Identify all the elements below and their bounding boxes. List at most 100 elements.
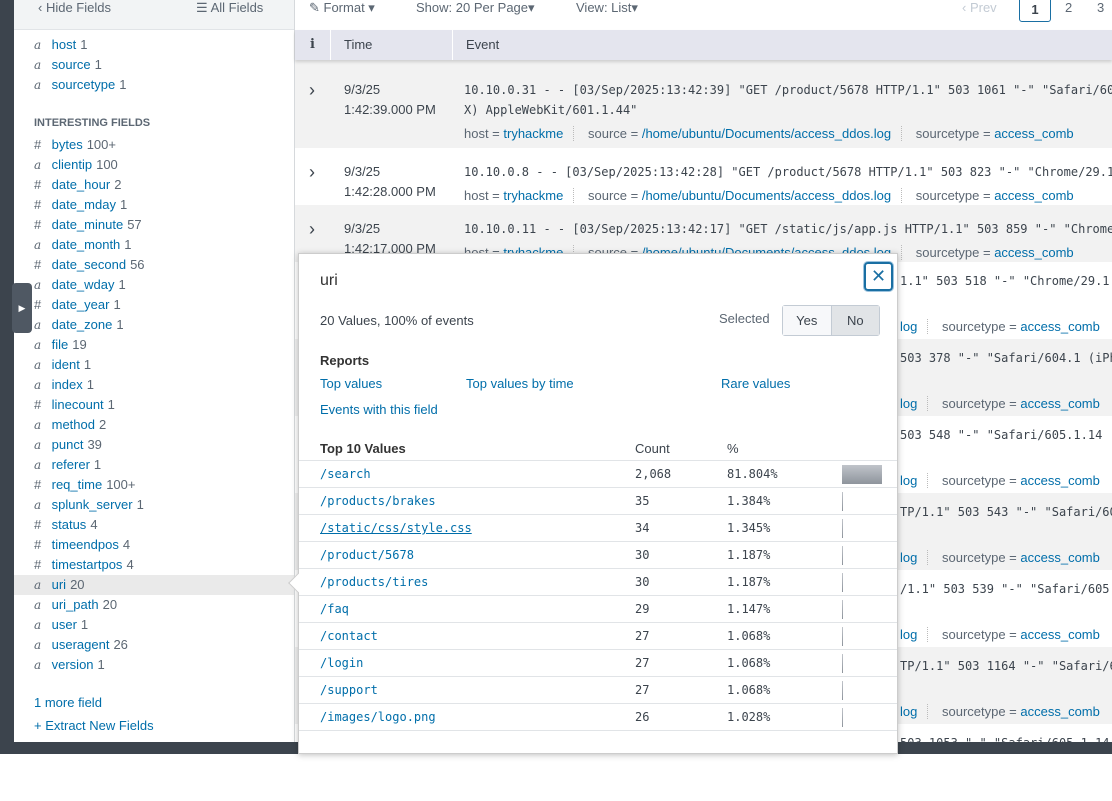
time-column-header[interactable]: Time (330, 30, 372, 60)
page-2-button[interactable]: 2 (1065, 0, 1072, 16)
selected-no-button[interactable]: No (830, 306, 879, 335)
expand-chevron-icon[interactable]: › (309, 219, 315, 240)
sourcetype-value[interactable]: access_comb (994, 188, 1073, 203)
value-link[interactable]: /product/5678 (320, 548, 414, 562)
field-item-user[interactable]: a user 1 (34, 615, 294, 635)
field-item-date_hour[interactable]: # date_hour 2 (34, 175, 294, 195)
format-menu[interactable]: ✎ Format ▾ (309, 0, 375, 16)
value-link[interactable]: /images/logo.png (320, 710, 436, 724)
field-item-timeendpos[interactable]: # timeendpos 4 (34, 535, 294, 555)
expand-chevron-icon[interactable]: › (309, 162, 315, 183)
page-1-button[interactable]: 1 (1019, 0, 1051, 22)
value-link[interactable]: /search (320, 467, 371, 481)
value-link[interactable]: /products/tires (320, 575, 428, 589)
source-field[interactable]: source = /home/ubuntu/Documents/access_d… (588, 126, 891, 141)
field-item-date_year[interactable]: # date_year 1 (34, 295, 294, 315)
source-value-tail[interactable]: log (900, 627, 917, 642)
top-value-row[interactable]: /images/logo.png 26 1.028% (299, 704, 897, 731)
field-item-req_time[interactable]: # req_time 100+ (34, 475, 294, 495)
sourcetype-value[interactable]: access_comb (1020, 473, 1099, 488)
field-item-file[interactable]: a file 19 (34, 335, 294, 355)
field-item-timestartpos[interactable]: # timestartpos 4 (34, 555, 294, 575)
page-3-button[interactable]: 3 (1097, 0, 1104, 16)
event-row: › 9/3/25 1:42:28.000 PM 10.10.0.8 - - [03/S… (295, 148, 1112, 205)
field-item-date_mday[interactable]: # date_mday 1 (34, 195, 294, 215)
source-value[interactable]: /home/ubuntu/Documents/access_ddos.log (642, 188, 891, 203)
top-value-row[interactable]: /static/css/style.css 34 1.345% (299, 515, 897, 542)
top-values-by-time-link[interactable]: Top values by time (466, 376, 574, 391)
source-field[interactable]: source = /home/ubuntu/Documents/access_d… (588, 188, 891, 203)
field-item-date_second[interactable]: # date_second 56 (34, 255, 294, 275)
sourcetype-field[interactable]: sourcetype = access_comb (916, 245, 1074, 260)
field-item-sourcetype[interactable]: a sourcetype 1 (34, 75, 294, 95)
top-value-row[interactable]: /faq 29 1.147% (299, 596, 897, 623)
rare-values-link[interactable]: Rare values (721, 376, 790, 391)
field-item-uri_path[interactable]: a uri_path 20 (34, 595, 294, 615)
top-value-row[interactable]: /support 27 1.068% (299, 677, 897, 704)
sourcetype-value[interactable]: access_comb (994, 245, 1073, 260)
field-item-method[interactable]: a method 2 (34, 415, 294, 435)
source-value-tail[interactable]: log (900, 550, 917, 565)
top-value-row[interactable]: /product/5678 30 1.187% (299, 542, 897, 569)
per-page-menu[interactable]: Show: 20 Per Page▾ (416, 0, 535, 16)
value-link[interactable]: /products/brakes (320, 494, 436, 508)
sourcetype-field[interactable]: sourcetype = access_comb (916, 126, 1074, 141)
top-values-link[interactable]: Top values (320, 376, 382, 391)
value-link[interactable]: /faq (320, 602, 349, 616)
top-value-row[interactable]: /products/tires 30 1.187% (299, 569, 897, 596)
events-with-field-link[interactable]: Events with this field (320, 402, 438, 417)
field-item-punct[interactable]: a punct 39 (34, 435, 294, 455)
field-item-bytes[interactable]: # bytes 100+ (34, 135, 294, 155)
field-item-host[interactable]: a host 1 (34, 35, 294, 55)
field-item-date_month[interactable]: a date_month 1 (34, 235, 294, 255)
close-button[interactable]: ✕ (864, 262, 893, 291)
field-item-date_minute[interactable]: # date_minute 57 (34, 215, 294, 235)
top-value-row[interactable]: /search 2,068 81.804% (299, 461, 897, 488)
host-field[interactable]: host = tryhackme (464, 126, 563, 141)
view-menu[interactable]: View: List▾ (576, 0, 638, 16)
host-field[interactable]: host = tryhackme (464, 188, 563, 203)
prev-page-button[interactable]: ‹ Prev (962, 0, 997, 16)
source-value-tail[interactable]: log (900, 473, 917, 488)
field-item-useragent[interactable]: a useragent 26 (34, 635, 294, 655)
value-link[interactable]: /static/css/style.css (320, 521, 472, 535)
top-value-row[interactable]: /contact 27 1.068% (299, 623, 897, 650)
sourcetype-value[interactable]: access_comb (1020, 550, 1099, 565)
more-fields-link[interactable]: 1 more field (34, 695, 294, 710)
sourcetype-value[interactable]: access_comb (1020, 627, 1099, 642)
field-item-splunk_server[interactable]: a splunk_server 1 (34, 495, 294, 515)
sourcetype-field[interactable]: sourcetype = access_comb (916, 188, 1074, 203)
host-value[interactable]: tryhackme (503, 126, 563, 141)
field-item-linecount[interactable]: # linecount 1 (34, 395, 294, 415)
value-link[interactable]: /support (320, 683, 378, 697)
source-value-tail[interactable]: log (900, 319, 917, 334)
hide-fields-button[interactable]: ‹ Hide Fields (38, 0, 111, 15)
field-item-date_wday[interactable]: a date_wday 1 (34, 275, 294, 295)
sourcetype-value[interactable]: access_comb (1020, 319, 1099, 334)
field-item-source[interactable]: a source 1 (34, 55, 294, 75)
sourcetype-value[interactable]: access_comb (1020, 396, 1099, 411)
drawer-toggle[interactable]: ▶ (12, 283, 32, 333)
extract-new-fields-link[interactable]: + Extract New Fields (34, 718, 294, 733)
source-value[interactable]: /home/ubuntu/Documents/access_ddos.log (642, 126, 891, 141)
host-value[interactable]: tryhackme (503, 188, 563, 203)
value-link[interactable]: /login (320, 656, 363, 670)
source-value-tail[interactable]: log (900, 396, 917, 411)
top-value-row[interactable]: /products/brakes 35 1.384% (299, 488, 897, 515)
expand-chevron-icon[interactable]: › (309, 80, 315, 101)
field-item-version[interactable]: a version 1 (34, 655, 294, 675)
all-fields-button[interactable]: ☰ All Fields (196, 0, 263, 16)
field-item-status[interactable]: # status 4 (34, 515, 294, 535)
selected-yes-button[interactable]: Yes (783, 306, 831, 335)
field-item-referer[interactable]: a referer 1 (34, 455, 294, 475)
sourcetype-value[interactable]: access_comb (994, 126, 1073, 141)
field-item-ident[interactable]: a ident 1 (34, 355, 294, 375)
field-item-uri[interactable]: a uri 20 (14, 575, 294, 595)
sourcetype-value[interactable]: access_comb (1020, 704, 1099, 719)
field-item-clientip[interactable]: a clientip 100 (34, 155, 294, 175)
field-item-date_zone[interactable]: a date_zone 1 (34, 315, 294, 335)
value-link[interactable]: /contact (320, 629, 378, 643)
source-value-tail[interactable]: log (900, 704, 917, 719)
field-item-index[interactable]: a index 1 (34, 375, 294, 395)
top-value-row[interactable]: /login 27 1.068% (299, 650, 897, 677)
